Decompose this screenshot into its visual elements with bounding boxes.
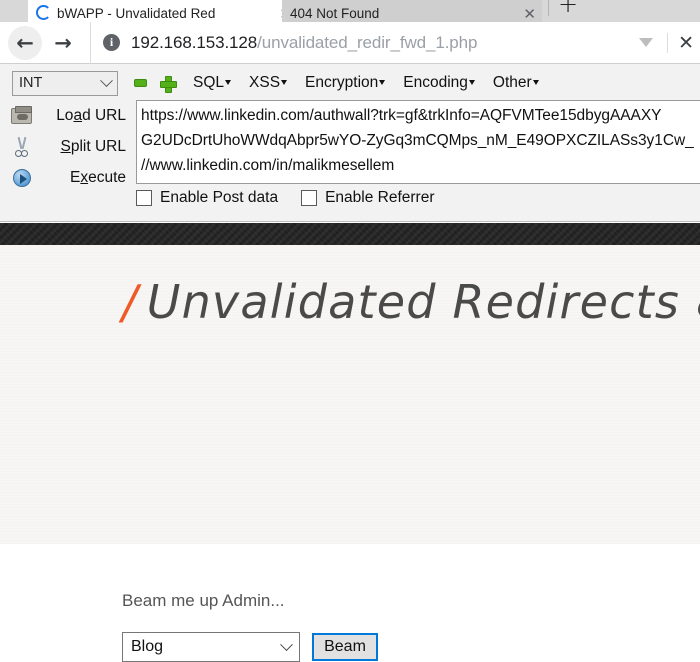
form-prompt-label: Beam me up Admin... <box>122 591 285 610</box>
plus-icon[interactable] <box>160 75 177 93</box>
nav-divider <box>90 21 91 64</box>
load-url-button[interactable]: Load URL <box>0 100 134 131</box>
load-url-label: Load URL <box>56 106 126 124</box>
destination-select[interactable]: Blog <box>122 632 300 662</box>
split-url-button[interactable]: Split URL <box>0 131 134 162</box>
hackbar-menu-other[interactable]: Other <box>493 74 539 92</box>
url-path: /unvalidated_redir_fwd_1.php <box>257 32 478 52</box>
url-line: G2UDcDrtUhoWWdqAbpr5wYO-ZyGq3mCQMps_nM_E… <box>141 132 694 149</box>
chevron-down-icon <box>468 80 475 85</box>
browser-tab-bwapp[interactable]: bWAPP - Unvalidated Red ✕ <box>28 0 298 22</box>
chevron-down-icon <box>280 637 293 651</box>
enable-post-data-option[interactable]: Enable Post data <box>136 189 278 207</box>
back-button[interactable]: ← <box>8 25 42 60</box>
enable-post-data-checkbox[interactable] <box>136 190 152 206</box>
chevron-down-icon <box>532 80 539 85</box>
site-info-icon[interactable]: i <box>103 34 120 51</box>
url-line: //www.linkedin.com/in/malikmesellem <box>141 157 395 174</box>
hackbar-encoding-value: INT <box>19 75 43 91</box>
enable-referrer-checkbox[interactable] <box>301 190 318 206</box>
split-url-label: Split URL <box>60 137 126 155</box>
browser-tab-404[interactable]: 404 Not Found ✕ <box>282 0 542 22</box>
chevron-down-icon <box>225 80 232 85</box>
new-tab-button[interactable]: + <box>558 0 578 16</box>
hackbar-action-column: Load URL Split URL Execute <box>0 100 134 193</box>
chevron-down-icon[interactable] <box>639 38 654 47</box>
hackbar-panel: INT SQL XSS Encryption Encoding Other Lo… <box>0 64 700 222</box>
hackbar-menu-xss[interactable]: XSS <box>249 74 288 92</box>
enable-referrer-label: Enable Referrer <box>325 189 435 206</box>
browser-tab-strip: bWAPP - Unvalidated Red ✕ 404 Not Found … <box>0 0 700 22</box>
web-page-content: / Unvalidated Redirects & Beam me up Admi… <box>0 223 700 662</box>
execute-button[interactable]: Execute <box>0 162 134 193</box>
hackbar-menu-sql[interactable]: SQL <box>193 74 232 92</box>
address-bar[interactable]: 192.168.153.128/unvalidated_redir_fwd_1.… <box>131 33 639 53</box>
load-url-icon <box>8 104 34 128</box>
hackbar-encoding-select[interactable]: INT <box>12 70 118 96</box>
title-text: Unvalidated Redirects & <box>146 275 700 329</box>
bwapp-header-band <box>0 223 700 245</box>
stop-icon[interactable]: ✕ <box>678 32 694 54</box>
beam-button[interactable]: Beam <box>312 633 378 661</box>
page-title: / Unvalidated Redirects & <box>122 275 700 329</box>
menu-label: Encryption <box>305 74 379 91</box>
forward-button[interactable]: → <box>46 26 80 60</box>
browser-navigation-bar: ← → i 192.168.153.128/unvalidated_redir_… <box>0 21 700 64</box>
browser-tab-title: bWAPP - Unvalidated Red <box>57 6 216 21</box>
hackbar-toolbar-row: INT SQL XSS Encryption Encoding Other <box>0 68 700 98</box>
hackbar-menu-encryption[interactable]: Encryption <box>305 74 386 92</box>
menu-label: Encoding <box>403 74 468 91</box>
menu-label: SQL <box>193 74 225 91</box>
hackbar-url-textarea[interactable]: https://www.linkedin.com/authwall?trk=gf… <box>136 100 700 184</box>
menu-label: Other <box>492 74 532 91</box>
execute-label: Execute <box>69 168 126 186</box>
menu-label: XSS <box>249 74 281 91</box>
scissors-icon <box>8 135 34 159</box>
url-host: 192.168.153.128 <box>131 32 258 52</box>
chevron-down-icon <box>281 80 288 85</box>
enable-post-data-label: Enable Post data <box>160 189 279 206</box>
browser-tab-title: 404 Not Found <box>290 6 380 21</box>
minus-icon[interactable] <box>134 79 147 87</box>
hackbar-menu-encoding[interactable]: Encoding <box>403 74 475 92</box>
address-bar-divider <box>667 32 669 53</box>
chevron-down-icon <box>379 80 386 85</box>
close-icon[interactable]: ✕ <box>523 7 536 22</box>
tab-divider <box>548 0 549 16</box>
loading-spinner-icon <box>36 5 51 20</box>
chevron-down-icon <box>100 73 113 87</box>
hackbar-options-row: Enable Post data Enable Referrer <box>136 189 457 207</box>
url-line: https://www.linkedin.com/authwall?trk=gf… <box>141 107 662 124</box>
redirect-form: Blog Beam <box>122 632 378 662</box>
title-slash: / <box>122 275 139 329</box>
enable-referrer-option[interactable]: Enable Referrer <box>301 189 434 207</box>
play-icon <box>8 166 34 190</box>
destination-select-value: Blog <box>131 638 164 655</box>
